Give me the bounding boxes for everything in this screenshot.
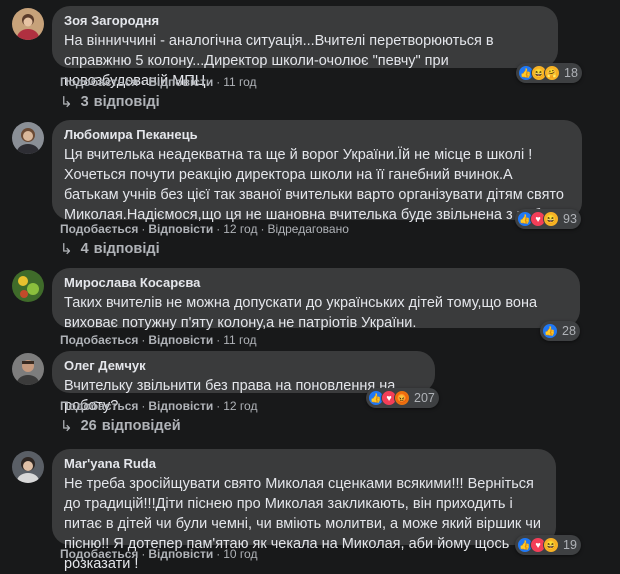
like-button[interactable]: Подобається [60,75,138,89]
reply-arrow-icon: ↳ [60,418,73,435]
separator: · [216,333,221,347]
comment-actions: Подобається · Відповісти · 10 год [60,547,257,561]
reply-button[interactable]: Відповісти [148,547,213,561]
reaction-summary[interactable]: 👍 😆 🤗 18 [516,63,582,83]
comment-bubble: Мирослава Косарєва Таких вчителів не мож… [52,268,580,331]
like-icon: 👍 [542,323,558,339]
replies-label: відповідей [101,418,181,434]
separator: · [216,399,221,413]
reaction-count: 18 [564,66,578,80]
view-replies-button[interactable]: ↳ 4 відповіді [60,240,160,258]
reaction-summary[interactable]: 👍 28 [540,321,580,341]
reply-button[interactable]: Відповісти [148,333,213,347]
comment-author[interactable]: Мирослава Косарєва [64,275,568,291]
separator: · [141,399,146,413]
like-button[interactable]: Подобається [60,333,138,347]
reaction-count: 207 [414,391,435,405]
replies-label: відповіді [93,94,160,110]
reply-button[interactable]: Відповісти [148,222,213,236]
comment-timestamp[interactable]: 11 год [223,75,256,89]
reaction-count: 93 [563,212,577,226]
reply-arrow-icon: ↳ [60,241,73,258]
replies-count: 26 [80,418,97,434]
comment-text: Ця вчителька неадекватна та ще й ворог У… [64,147,568,223]
separator: · [141,75,146,89]
separator: · [216,222,221,236]
comment-bubble: Олег Демчук Вчительку звільнити без прав… [52,351,435,414]
avatar[interactable] [12,270,44,302]
reaction-summary[interactable]: 👍 ♥ 😆 93 [515,209,581,229]
replies-label: відповіді [93,241,160,257]
comment-text: Таких вчителів не можна допускати до укр… [64,295,538,331]
haha-icon: 😆 [543,211,559,227]
like-button[interactable]: Подобається [60,222,138,236]
comment-actions: Подобається · Відповісти · 12 год · Відредагов… [60,222,349,236]
reply-button[interactable]: Відповісти [148,75,213,89]
comment-bubble: Mar'yana Ruda Не треба зросійщувати свят… [52,449,556,572]
comment-timestamp[interactable]: 10 год [223,547,257,561]
comment-actions: Подобається · Відповісти · 11 год [60,333,257,347]
avatar[interactable] [12,353,44,385]
reaction-summary[interactable]: 👍 ♥ 😡 207 [366,388,439,408]
comment-actions: Подобається · Відповісти · 11 год [60,75,257,89]
avatar[interactable] [12,122,44,154]
replies-count: 3 [80,94,89,110]
haha-icon: 😆 [543,537,559,553]
like-button[interactable]: Подобається [60,399,138,413]
like-button[interactable]: Подобається [60,547,138,561]
angry-icon: 😡 [394,390,410,406]
comment-author[interactable]: Mar'yana Ruda [64,456,544,472]
separator: · [216,547,221,561]
avatar[interactable] [12,8,44,40]
care-icon: 🤗 [544,65,560,81]
edited-label: Відредаговано [267,222,349,236]
separator: · [260,222,265,236]
separator: · [141,547,146,561]
view-replies-button[interactable]: ↳ 26 відповідей [60,417,181,435]
reply-button[interactable]: Відповісти [148,399,213,413]
separator: · [141,222,146,236]
view-replies-button[interactable]: ↳ 3 відповіді [60,93,160,111]
comment-timestamp[interactable]: 12 год [223,399,257,413]
reply-arrow-icon: ↳ [60,94,73,111]
reaction-count: 19 [563,538,577,552]
comment-bubble: Любомира Пеканець Ця вчителька неадекват… [52,120,582,223]
separator: · [216,75,221,89]
comment-timestamp[interactable]: 12 год [223,222,257,236]
separator: · [141,333,146,347]
reaction-count: 28 [562,324,576,338]
avatar[interactable] [12,451,44,483]
comment-author[interactable]: Зоя Загородня [64,13,546,29]
replies-count: 4 [80,241,89,257]
comment-bubble: Зоя Загородня На вінниччині - аналогічна… [52,6,558,89]
comment-actions: Подобається · Відповісти · 12 год [60,399,257,413]
reaction-summary[interactable]: 👍 ♥ 😆 19 [515,535,581,555]
comment-timestamp[interactable]: 11 год [223,333,256,347]
comment-author[interactable]: Олег Демчук [64,358,423,374]
comment-author[interactable]: Любомира Пеканець [64,127,570,143]
